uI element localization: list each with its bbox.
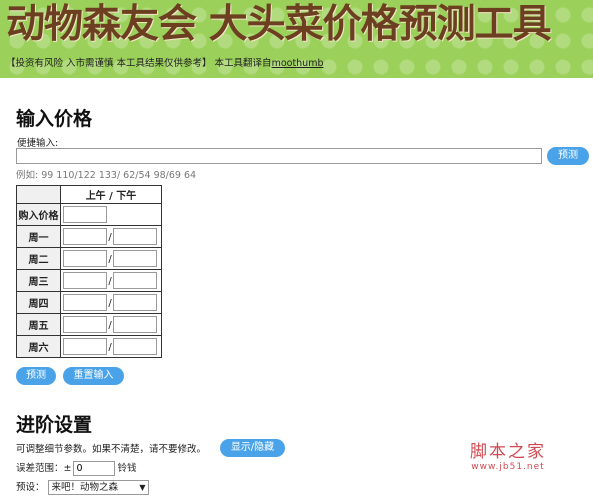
header-banner: 动物森友会 大头菜价格预测工具 【投资有风险 入市需谨慎 本工具结果仅供参考】 … bbox=[0, 0, 593, 78]
am-pm-header: 上午 / 下午 bbox=[60, 185, 162, 204]
table-row: 周四 / bbox=[16, 291, 162, 314]
input-section-title: 输入价格 bbox=[16, 108, 93, 130]
day-label-sat: 周六 bbox=[16, 335, 61, 358]
reset-button[interactable]: 重置输入 bbox=[63, 367, 124, 385]
table-row: 周三 / bbox=[16, 269, 162, 292]
error-range-unit: 铃钱 bbox=[117, 463, 137, 474]
watermark-url: www.jb51.net bbox=[471, 462, 545, 472]
quick-input-field[interactable] bbox=[16, 148, 542, 164]
day-label-mon: 周一 bbox=[16, 225, 61, 248]
preset-select[interactable]: 来吧！动物之森 ▼ bbox=[47, 480, 149, 495]
table-row: 周六 / bbox=[16, 335, 162, 358]
fri-pm-input[interactable] bbox=[113, 316, 157, 333]
dropdown-arrow-icon: ▼ bbox=[139, 483, 146, 492]
tue-pm-input[interactable] bbox=[113, 250, 157, 267]
price-table: 上午 / 下午 购入价格 周一 / 周二 / 周三 / 周四 / 周五 / 周六… bbox=[16, 185, 162, 358]
sat-am-input[interactable] bbox=[63, 338, 107, 355]
predict-button[interactable]: 预测 bbox=[16, 367, 56, 385]
mon-pm-input[interactable] bbox=[113, 228, 157, 245]
day-label-tue: 周二 bbox=[16, 247, 61, 270]
preset-label: 预设： bbox=[16, 482, 45, 493]
table-row: 周五 / bbox=[16, 313, 162, 336]
buy-price-label: 购入价格 bbox=[16, 203, 61, 226]
advanced-section-title: 进阶设置 bbox=[16, 414, 93, 436]
advanced-description: 可调整细节参数。如果不清楚，请不要修改。 bbox=[16, 444, 207, 455]
day-label-fri: 周五 bbox=[16, 313, 61, 336]
error-range-row: 误差范围：± 铃钱 bbox=[16, 460, 136, 476]
wed-am-input[interactable] bbox=[63, 272, 107, 289]
source-link[interactable]: moothumb bbox=[272, 58, 324, 69]
buy-price-row: 购入价格 bbox=[16, 203, 162, 226]
day-label-wed: 周三 bbox=[16, 269, 61, 292]
table-row: 周二 / bbox=[16, 247, 162, 270]
example-text: 例如: 99 110/122 133/ 62/54 98/69 64 bbox=[16, 170, 197, 181]
buy-price-input[interactable] bbox=[63, 206, 107, 223]
quick-predict-button[interactable]: 预测 bbox=[547, 147, 589, 165]
thu-pm-input[interactable] bbox=[113, 294, 157, 311]
mon-am-input[interactable] bbox=[63, 228, 107, 245]
page-title: 动物森友会 大头菜价格预测工具 bbox=[6, 2, 552, 47]
day-label-thu: 周四 bbox=[16, 291, 61, 314]
sat-pm-input[interactable] bbox=[113, 338, 157, 355]
watermark-logo: 脚本之家 bbox=[470, 442, 546, 462]
wed-pm-input[interactable] bbox=[113, 272, 157, 289]
site-watermark: 脚本之家 www.jb51.net bbox=[470, 437, 546, 472]
fri-am-input[interactable] bbox=[63, 316, 107, 333]
disclaimer-text: 【投资有风险 入市需谨慎 本工具结果仅供参考】 本工具翻译自moothumb bbox=[6, 55, 324, 69]
error-range-input[interactable] bbox=[73, 461, 116, 476]
preset-selected-value: 来吧！动物之森 bbox=[51, 482, 119, 493]
disclaimer-prefix: 【投资有风险 入市需谨慎 本工具结果仅供参考】 本工具翻译自 bbox=[6, 58, 272, 69]
table-corner bbox=[16, 185, 61, 204]
toggle-advanced-button[interactable]: 显示/隐藏 bbox=[220, 439, 285, 457]
error-range-label: 误差范围：± bbox=[16, 463, 72, 474]
thu-am-input[interactable] bbox=[63, 294, 107, 311]
tue-am-input[interactable] bbox=[63, 250, 107, 267]
preset-row: 预设： 来吧！动物之森 ▼ bbox=[16, 479, 149, 495]
table-row: 周一 / bbox=[16, 225, 162, 248]
quick-input-label: 便捷输入: bbox=[17, 138, 59, 149]
